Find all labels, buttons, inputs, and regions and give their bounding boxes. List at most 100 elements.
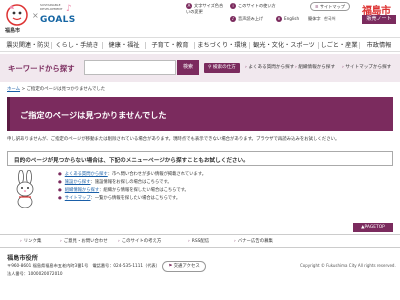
bullet-icon: ● bbox=[58, 180, 62, 185]
apology-text: 申し訳ありませんが、ご指定のページが移動または削除されている場合があります。現時… bbox=[7, 137, 340, 142]
corporate-number: 法人番号：1000020072010 bbox=[7, 271, 63, 276]
nav-item-city-info[interactable]: 市政情報 bbox=[361, 38, 397, 53]
simple-japanese-link[interactable]: 簡体字 bbox=[308, 16, 321, 22]
nav-divider bbox=[145, 42, 146, 49]
chevron-right-icon: › bbox=[118, 239, 120, 244]
sitemap-icon: ≡ bbox=[315, 4, 319, 9]
simple-japanese-label: 簡体字 bbox=[308, 16, 321, 21]
footer-link-label: このサイトの考え方 bbox=[121, 239, 162, 244]
org-menu-link[interactable]: 組織情報から探す bbox=[65, 188, 99, 193]
bullet-icon: ● bbox=[58, 172, 62, 177]
keyword-search-input[interactable] bbox=[84, 60, 176, 75]
breadcrumb-current: ご指定のページは見つかりませんでした bbox=[26, 87, 106, 92]
footer-link-label: RSS配信 bbox=[191, 239, 210, 244]
brand-logo[interactable]: 福島市 販売ノート bbox=[362, 2, 398, 32]
chevron-right-icon: › bbox=[245, 65, 247, 70]
faq-search-label: よくある質問から探す bbox=[248, 65, 295, 70]
chevron-right-icon: › bbox=[342, 65, 344, 70]
footer-link-links[interactable]: › リンク集 bbox=[20, 235, 41, 249]
voice-reader-link[interactable]: ♪ 音声読み上げ bbox=[230, 16, 263, 22]
footer-link-label: バナー広告の募集 bbox=[237, 239, 273, 244]
breadcrumb: ホーム > ご指定のページは見つかりませんでした bbox=[7, 86, 105, 92]
faq-search-link[interactable]: › よくある質問から探す bbox=[245, 63, 294, 73]
footer-link-rss[interactable]: › RSS配信 bbox=[188, 235, 209, 249]
chevron-right-icon: › bbox=[20, 239, 22, 244]
office-address: 〒960-8601 福島県福島市五老内町3番1号 電話番号：024-535-11… bbox=[7, 263, 160, 268]
error-heading-box: ご指定のページは見つかりませんでした bbox=[7, 97, 393, 131]
org-search-link[interactable]: › 組織情報から探す bbox=[295, 63, 335, 73]
org-search-label: 組織情報から探す bbox=[298, 65, 336, 70]
sitemap-menu-link[interactable]: サイトマップ bbox=[65, 196, 91, 201]
error-title: ご指定のページは見つかりませんでした bbox=[20, 110, 167, 120]
access-label: 交通アクセス bbox=[173, 264, 200, 269]
list-item: ● 施設から探す：施設情報をお探しの場合はこちらです。 bbox=[58, 179, 172, 187]
nav-divider bbox=[51, 42, 52, 49]
nav-item-health[interactable]: 健康・福祉 bbox=[104, 38, 144, 53]
footer-link-label: ご意見・お問い合わせ bbox=[63, 239, 108, 244]
brand-sub-text: 販売ノート bbox=[362, 15, 396, 24]
facility-menu-link[interactable]: 施設から探す bbox=[65, 180, 91, 185]
global-nav: 震災関連・防災 くらし・手続き 健康・福祉 子育て・教育 まちづくり・環境 観光… bbox=[0, 37, 400, 52]
nav-item-work[interactable]: しごと・産業 bbox=[320, 38, 358, 53]
globe-icon: e bbox=[276, 16, 282, 22]
nav-item-tourism[interactable]: 観光・文化・スポーツ bbox=[251, 38, 317, 53]
pagetop-button[interactable]: ▲PAGETOP bbox=[353, 223, 393, 232]
english-label: English bbox=[284, 16, 300, 21]
english-link[interactable]: e English bbox=[276, 16, 299, 22]
footer-link-label: リンク集 bbox=[23, 239, 42, 244]
search-button[interactable]: 検索 bbox=[177, 60, 199, 75]
korean-label: 한국어 bbox=[324, 16, 336, 21]
sitemap-search-label: サイトマップから探す bbox=[345, 65, 392, 70]
list-item: ● サイトマップ：一覧から情報を探したい場合はこちらです。 bbox=[58, 195, 180, 203]
sitemap-button[interactable]: ≡ サイトマップ bbox=[310, 2, 350, 11]
nav-divider bbox=[249, 42, 250, 49]
korean-link[interactable]: 한국어 bbox=[324, 16, 336, 22]
breadcrumb-home-link[interactable]: ホーム bbox=[7, 87, 20, 92]
city-mascot-logo-icon[interactable] bbox=[4, 2, 30, 28]
keyword-search-band: キーワードから探す 検索 ⚲ 検索の仕方 › よくある質問から探す › 組織情報… bbox=[0, 54, 400, 82]
bullet-icon: ● bbox=[58, 196, 62, 201]
footer-links: › リンク集 › ご意見・お問い合わせ › このサイトの考え方 › RSS配信 › バナー… bbox=[0, 234, 400, 248]
music-note-icon: ♪ bbox=[66, 4, 72, 14]
list-item: ● よくある質問から探す：市へ問い合わせが多い情報が掲載されています。 bbox=[58, 171, 206, 179]
footer-link-contact[interactable]: › ご意見・お問い合わせ bbox=[60, 235, 108, 249]
office-name: 福島市役所 bbox=[7, 255, 38, 262]
keyword-search-title: キーワードから探す bbox=[8, 64, 75, 73]
guide-text: 目的のページが見つからない場合は、下記のメニューページから探すこともお試しくださ… bbox=[14, 158, 249, 164]
chevron-right-icon: › bbox=[60, 239, 62, 244]
nav-item-town[interactable]: まちづくり・環境 bbox=[196, 38, 248, 53]
nav-item-living[interactable]: くらし・手続き bbox=[53, 38, 101, 53]
guide-box: 目的のページが見つからない場合は、下記のメニューページから探すこともお試しくださ… bbox=[7, 151, 393, 166]
location-pin-icon: ⚑ bbox=[168, 264, 173, 269]
search-icon: ⚲ bbox=[208, 65, 212, 70]
font-size-link[interactable]: A 文字サイズ色合いの変更 bbox=[186, 3, 224, 14]
sitemap-label: サイトマップ bbox=[319, 4, 345, 9]
info-icon: i bbox=[230, 3, 236, 9]
voice-label: 音声読み上げ bbox=[238, 16, 264, 21]
copyright: Copyright © Fukushima City All rights re… bbox=[300, 263, 396, 268]
nav-item-childcare[interactable]: 子育て・教育 bbox=[147, 38, 193, 53]
rabbit-mascot-icon bbox=[16, 170, 34, 208]
sdgs-logo: SUSTAINABLE DEVELOPMENT GOALS bbox=[40, 3, 86, 30]
site-usage-link[interactable]: i このサイトの使い方 bbox=[230, 3, 276, 9]
speaker-icon: ♪ bbox=[230, 16, 236, 22]
footer-link-policy[interactable]: › このサイトの考え方 bbox=[118, 235, 161, 249]
search-howto-button[interactable]: ⚲ 検索の仕方 bbox=[204, 63, 240, 73]
site-usage-label: このサイトの使い方 bbox=[238, 3, 276, 8]
faq-menu-link[interactable]: よくある質問から探す bbox=[65, 172, 108, 177]
cross-mark: × bbox=[32, 11, 39, 20]
search-howto-label: 検索の仕方 bbox=[212, 65, 236, 70]
menu-desc: ：市へ問い合わせが多い情報が掲載されています。 bbox=[107, 172, 206, 177]
nav-item-disaster[interactable]: 震災関連・防災 bbox=[6, 38, 50, 53]
footer-link-banner[interactable]: › バナー広告の募集 bbox=[234, 235, 273, 249]
chevron-right-icon: › bbox=[295, 65, 297, 70]
menu-desc: ：一覧から情報を探したい場合はこちらです。 bbox=[90, 196, 181, 201]
nav-divider bbox=[359, 42, 360, 49]
site-header: 福島市 × SUSTAINABLE DEVELOPMENT GOALS ♪ A文… bbox=[0, 0, 400, 36]
city-logo-name: 福島市 bbox=[5, 28, 21, 34]
nav-divider bbox=[194, 42, 195, 49]
sitemap-search-link[interactable]: › サイトマップから探す bbox=[342, 63, 391, 73]
access-button[interactable]: ⚑ 交通アクセス bbox=[162, 261, 206, 272]
list-item: ● 組織情報から探す：組織から情報を探したい場合はこちらです。 bbox=[58, 187, 189, 195]
sdgs-goals-text: GOALS bbox=[40, 15, 76, 25]
